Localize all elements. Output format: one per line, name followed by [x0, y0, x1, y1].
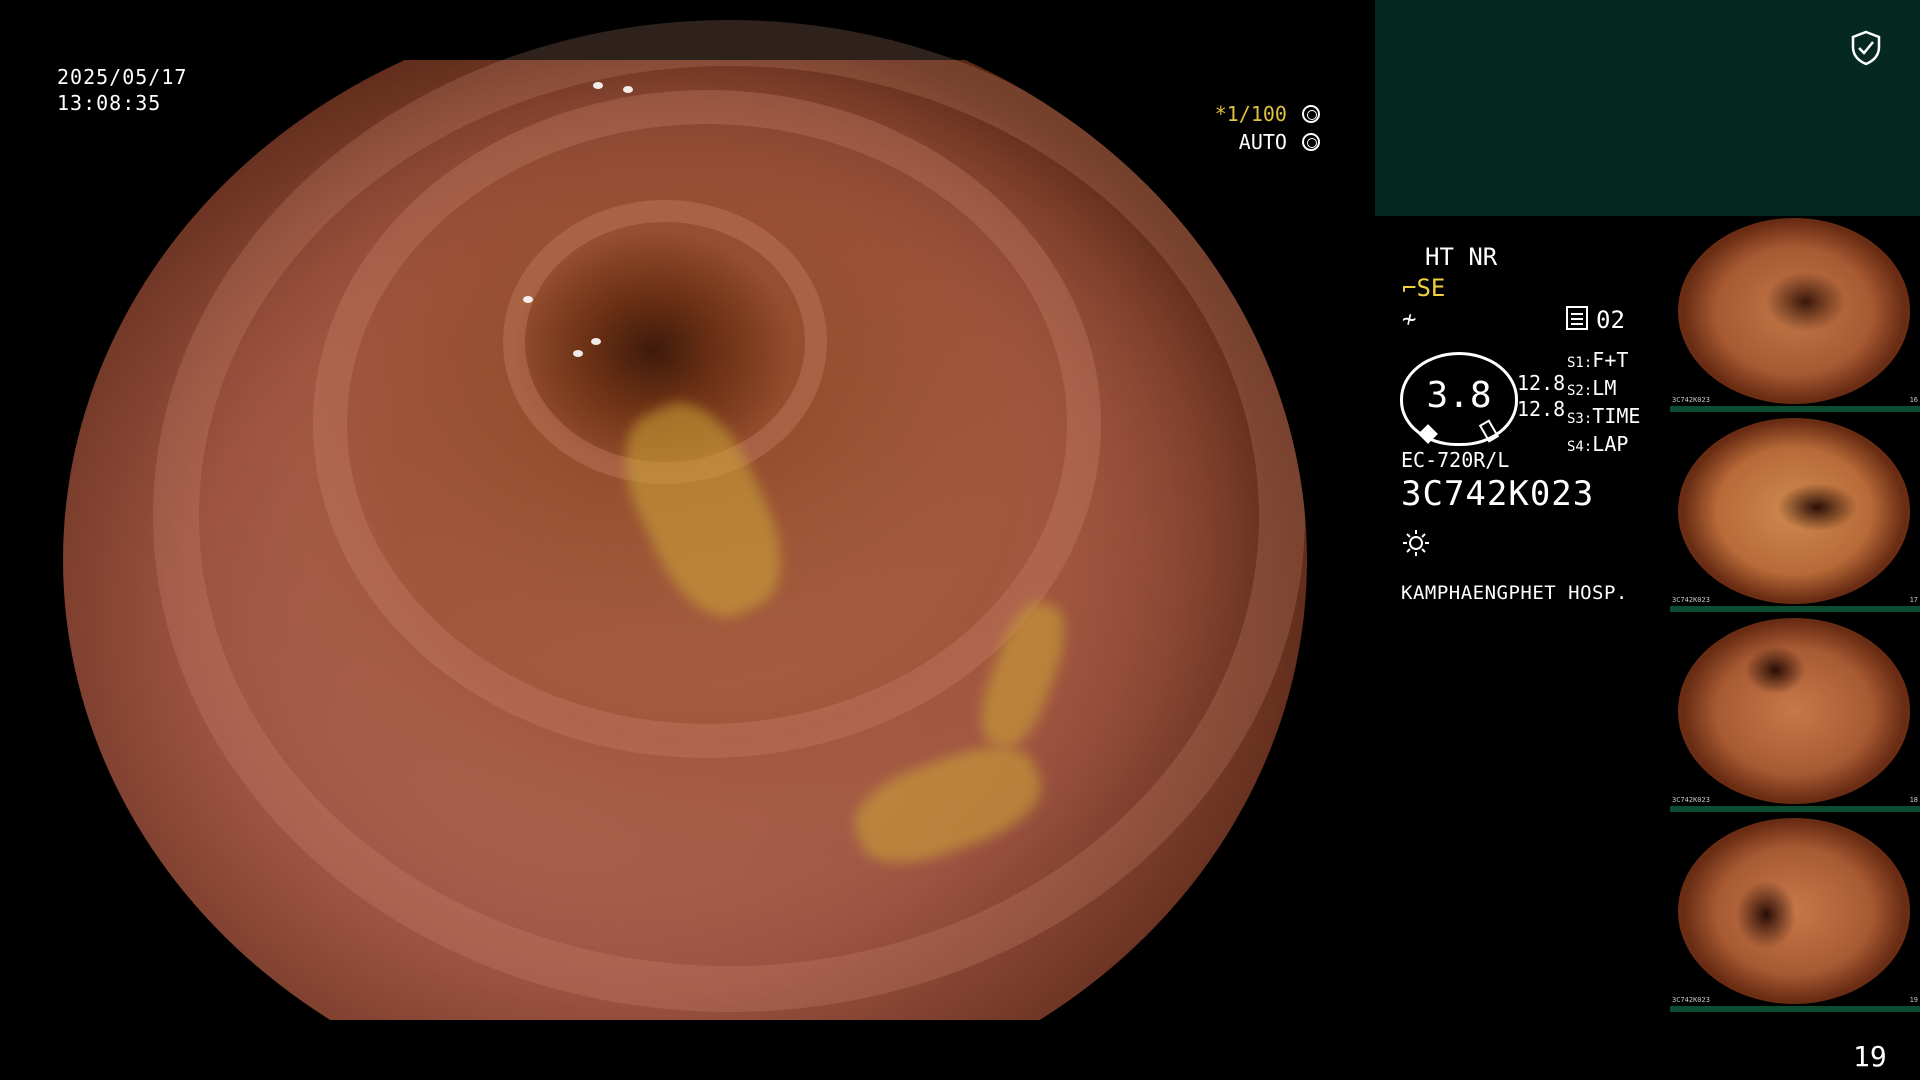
thumbnail-strip: 3C742K023 16 3C742K023 17 3C742K023 18 3…	[1670, 216, 1920, 1016]
thumbnail-caption: 3C742K023	[1672, 996, 1710, 1004]
page-number: 19	[1853, 1040, 1887, 1073]
light-reflection	[593, 82, 603, 89]
thumbnail[interactable]: 3C742K023 19	[1670, 816, 1920, 1012]
memo-icon	[1566, 306, 1588, 330]
thumbnail[interactable]: 3C742K023 16	[1670, 216, 1920, 412]
thumbnail-caption: 3C742K023	[1672, 596, 1710, 604]
gauge-readout: 12.8	[1517, 397, 1566, 421]
enhance-mode: SE	[1416, 274, 1446, 302]
switch-key: S4:	[1567, 439, 1593, 455]
brightness-mode: AUTO	[1238, 130, 1287, 154]
thumbnail-bar	[1670, 406, 1920, 412]
switch-settings: S1:F+T S2:LM S3:TIME S4:LAP	[1567, 348, 1640, 460]
switch-value: LM	[1592, 376, 1617, 400]
brightness-icon	[1302, 133, 1320, 151]
thumbnail-index: 17	[1909, 596, 1918, 604]
thumbnail-caption: 3C742K023	[1672, 796, 1710, 804]
thumbnail-index: 19	[1909, 996, 1918, 1004]
switch-value: LAP	[1592, 432, 1629, 456]
thumbnail-bar	[1670, 1006, 1920, 1012]
switch-value: F+T	[1592, 348, 1629, 372]
endoscopic-image	[63, 20, 1307, 1020]
scope-serial: 3C742K023	[1401, 474, 1595, 514]
endoscopy-screen: 2025/05/17 13:08:35 *1/100 AUTO HT NR ⌐S…	[0, 0, 1920, 1080]
scope-icon: ⌐	[1402, 274, 1417, 302]
shutter-info: *1/100 AUTO	[1215, 100, 1320, 156]
gauge-marker-right	[1478, 419, 1500, 443]
page-value: 02	[1596, 306, 1625, 334]
gauge-marker-left	[1418, 424, 1438, 444]
gauge: 3.8	[1400, 352, 1518, 446]
date-text: 2025/05/17	[57, 65, 188, 89]
enhance-line: ⌐SE	[1402, 273, 1445, 303]
switch-key: S3:	[1567, 411, 1593, 427]
gauge-value: 3.8	[1426, 375, 1492, 416]
switch-value: TIME	[1592, 404, 1641, 428]
time-text: 13:08:35	[57, 91, 162, 115]
status-panel	[1375, 0, 1920, 216]
light-reflection	[523, 296, 533, 303]
thumbnail-index: 16	[1909, 396, 1918, 404]
scope-model: EC-720R/L	[1401, 448, 1510, 472]
thumbnail[interactable]: 3C742K023 17	[1670, 416, 1920, 612]
date-time: 2025/05/17 13:08:35	[57, 64, 187, 116]
thumbnail-image	[1678, 218, 1910, 404]
thumbnail-bar	[1670, 606, 1920, 612]
hospital-name: KAMPHAENGPHET HOSP.	[1401, 582, 1628, 604]
thumbnail-image	[1678, 618, 1910, 804]
shutter-speed: *1/100	[1214, 102, 1287, 126]
sun-icon	[1403, 530, 1429, 556]
processor-mode: HT NR	[1425, 243, 1498, 271]
thumbnail-index: 18	[1909, 796, 1918, 804]
gauge-readouts: 12.8 12.8	[1517, 370, 1565, 422]
thumbnail[interactable]: 3C742K023 18	[1670, 616, 1920, 812]
gauge-readout: 12.8	[1517, 371, 1566, 395]
switch-key: S1:	[1567, 355, 1593, 371]
light-reflection	[591, 338, 601, 345]
thumbnail-bar	[1670, 806, 1920, 812]
switch-key: S2:	[1567, 383, 1593, 399]
structure-icon: ≁	[1402, 305, 1417, 333]
thumbnail-image	[1678, 818, 1910, 1004]
light-reflection	[623, 86, 633, 93]
thumbnail-image	[1678, 418, 1910, 604]
light-reflection	[573, 350, 583, 357]
thumbnail-caption: 3C742K023	[1672, 396, 1710, 404]
memory-page: 02	[1566, 306, 1625, 334]
shield-check-icon	[1851, 30, 1881, 66]
aperture-icon	[1302, 105, 1320, 123]
